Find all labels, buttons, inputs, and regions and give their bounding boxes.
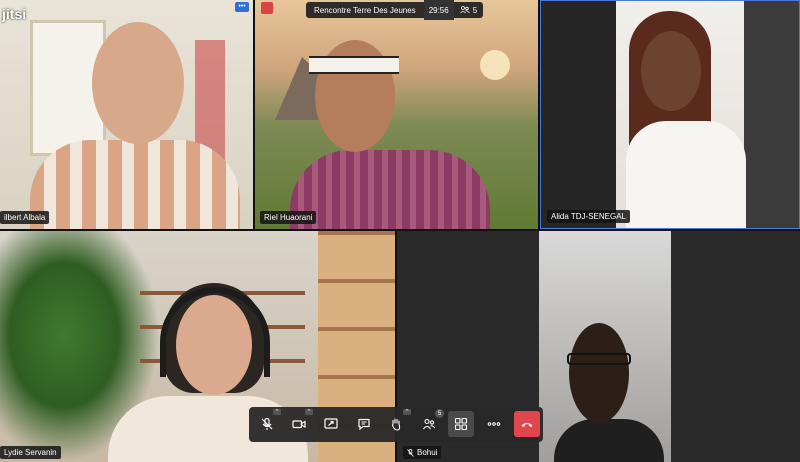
raise-hand-icon	[392, 418, 401, 431]
raise-hand-button[interactable]	[387, 415, 405, 433]
chat-icon	[358, 418, 370, 431]
camera-icon	[292, 420, 306, 429]
hangup-icon	[521, 423, 533, 427]
tile-menu-icon[interactable]: •••	[235, 2, 249, 12]
person-head	[641, 31, 701, 111]
more-icon	[487, 422, 501, 426]
meeting-toolbar: ^ ^ ^ 5	[249, 407, 543, 442]
person-shirt	[626, 121, 746, 228]
participant-name-label: Alida TDJ-SENEGAL	[547, 210, 630, 223]
chat-button[interactable]	[355, 415, 373, 433]
participant-name-label: ilbert Albala	[0, 211, 50, 224]
mic-muted-icon	[407, 448, 414, 457]
video-tile-riel[interactable]: Riel Huaorani	[255, 0, 538, 229]
participant-name-label: Riel Huaorani	[260, 211, 317, 224]
mute-button[interactable]	[258, 415, 276, 433]
meeting-timer: 29:56	[423, 0, 454, 20]
meeting-topbar: Rencontre Terre Des Jeunes 29:56 5	[306, 0, 484, 20]
share-screen-button[interactable]	[322, 415, 340, 433]
more-button[interactable]	[485, 415, 503, 433]
video-tile-alida[interactable]: Alida TDJ-SENEGAL	[540, 0, 800, 229]
camera-frame	[539, 231, 671, 462]
person-shirt	[290, 150, 490, 229]
person-head	[569, 323, 629, 423]
recording-indicator-icon	[261, 2, 273, 14]
person-shirt	[30, 140, 240, 229]
curtain-background	[195, 40, 225, 160]
participants-icon	[423, 418, 436, 430]
participant-name-label: Lydie Servanin	[0, 446, 61, 459]
participant-count[interactable]: 5	[454, 6, 483, 15]
dark-wall-background	[744, 1, 799, 228]
jitsi-logo: jitsi	[2, 6, 27, 22]
camera-button[interactable]	[290, 415, 308, 433]
dark-wall-background	[541, 1, 616, 228]
participant-name-text: Bohui	[417, 448, 438, 457]
eyeglasses	[567, 353, 631, 365]
meeting-title: Rencontre Terre Des Jeunes	[314, 5, 416, 15]
participant-count-value: 5	[472, 5, 478, 15]
person-head	[92, 22, 184, 144]
tile-view-button[interactable]	[448, 411, 474, 437]
person-shirt	[554, 419, 664, 462]
share-screen-icon	[324, 418, 338, 429]
video-tile-gilbert[interactable]: ilbert Albala jitsi •••	[0, 0, 253, 229]
participants-button[interactable]	[420, 415, 438, 433]
tile-view-icon	[454, 417, 468, 431]
headband	[309, 56, 399, 74]
mic-muted-icon	[261, 417, 273, 430]
hangup-button[interactable]	[514, 411, 540, 437]
sun-background	[480, 50, 510, 80]
participants-icon	[459, 6, 470, 14]
participant-name-label: Bohui	[403, 446, 442, 459]
